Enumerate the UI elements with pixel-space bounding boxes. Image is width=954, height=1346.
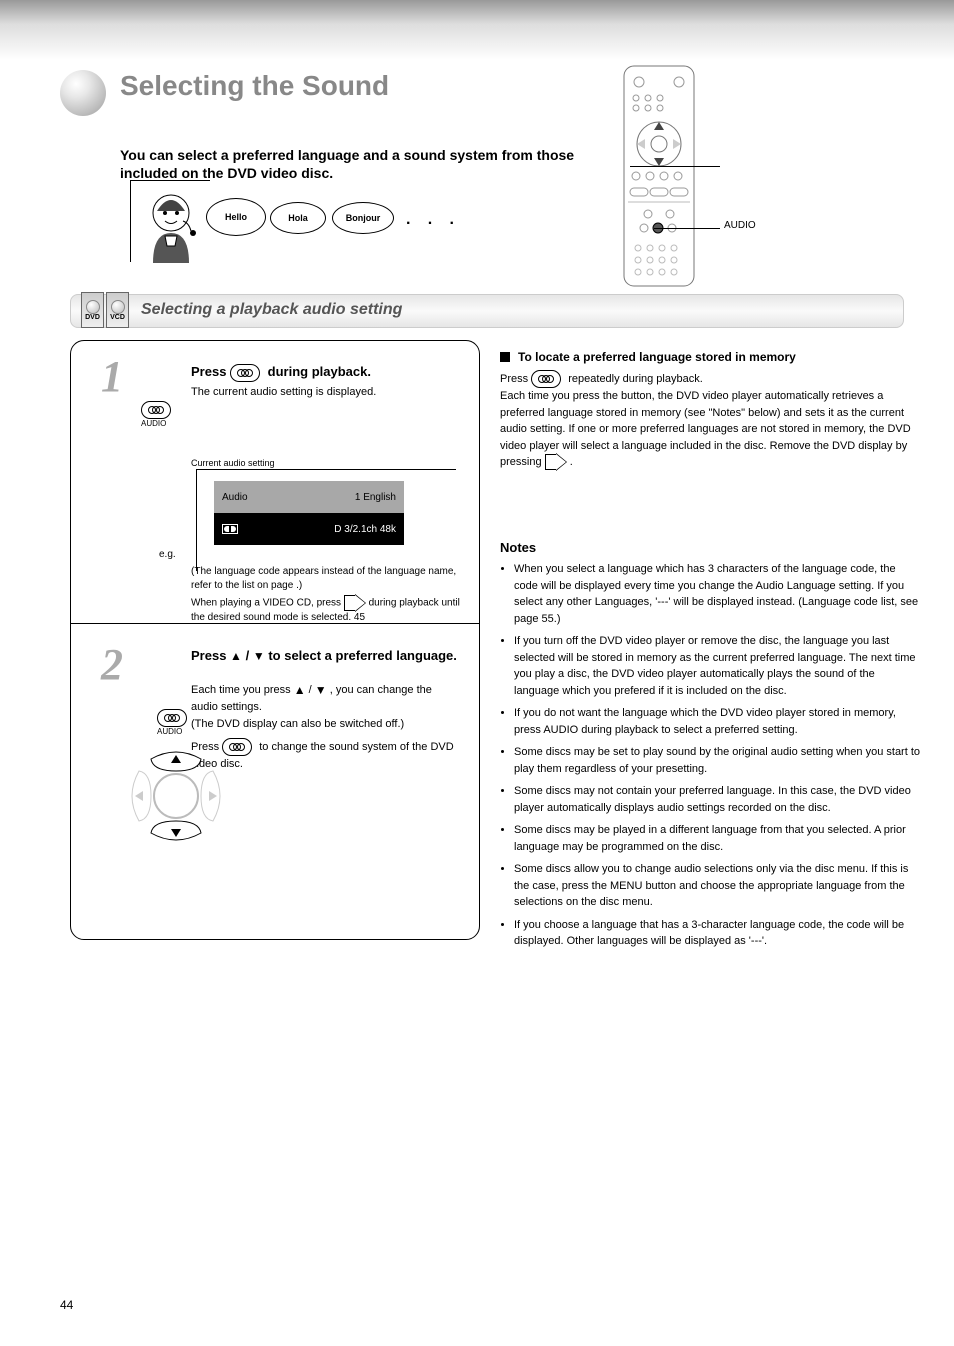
direction-pad xyxy=(121,741,231,851)
section-bullet-sphere xyxy=(60,70,106,116)
step-divider xyxy=(71,623,479,624)
page-number: 44 xyxy=(60,1298,73,1312)
dolby-icon xyxy=(222,524,238,534)
page-title: Selecting the Sound xyxy=(120,70,389,102)
title-row: Selecting the Sound xyxy=(120,70,389,106)
locate-body: Press repeatedly during playback. Each t… xyxy=(500,370,920,471)
osd-row2-left xyxy=(222,524,238,535)
step-number-1: 1 xyxy=(101,351,123,402)
osd-callout-hline xyxy=(196,469,456,470)
step2-desc2: (The DVD display can also be switched of… xyxy=(191,716,459,733)
vcd-note: When playing a VIDEO CD, press during pl… xyxy=(191,595,461,625)
step1-heading: Press during playback. xyxy=(191,363,461,382)
remote-callout-audio: AUDIO xyxy=(724,220,756,231)
audio-button-large: AUDIO xyxy=(141,401,211,428)
speech-bubble-3: Bonjour xyxy=(332,202,394,234)
osd-row-1: Audio 1 English xyxy=(214,481,404,513)
disc-icon xyxy=(111,300,125,314)
note-item: If you turn off the DVD video player or … xyxy=(514,633,920,699)
play-button-icon xyxy=(344,595,366,611)
audio-label: AUDIO xyxy=(141,419,211,428)
note-item: If you choose a language that has a 3-ch… xyxy=(514,917,920,950)
notes-section: Notes When you select a language which h… xyxy=(500,540,920,956)
osd-caption-2: (The language code appears instead of th… xyxy=(191,565,461,593)
note-item: Some discs may be set to play sound by t… xyxy=(514,744,920,777)
remote-diagram xyxy=(614,64,704,288)
osd-caption-line1: Current audio setting xyxy=(191,459,275,469)
osd-row2-right: D 3/2.1ch 48k xyxy=(334,524,396,535)
vcd-badge: VCD xyxy=(106,292,129,328)
step2-body: Each time you press ▲ / ▼ , you can chan… xyxy=(191,681,459,773)
note-item: When you select a language which has 3 c… xyxy=(514,561,920,627)
up-arrow-icon: ▲ xyxy=(294,681,306,699)
locate-heading: To locate a preferred language stored in… xyxy=(500,350,920,364)
up-arrow-icon: ▲ xyxy=(230,648,242,664)
play-button-icon xyxy=(545,454,567,470)
osd-caption: Current audio setting xyxy=(191,459,275,469)
osd-display: Audio 1 English D 3/2.1ch 48k xyxy=(214,481,404,545)
locate-language-block: To locate a preferred language stored in… xyxy=(500,350,920,471)
top-gradient xyxy=(0,0,954,60)
callout-line-2 xyxy=(654,228,720,229)
audio-label: AUDIO xyxy=(157,727,191,736)
audio-button-icon xyxy=(531,370,561,388)
bar-title: Selecting a playback audio setting xyxy=(141,301,402,319)
speech-bubble-2: Hola xyxy=(270,202,326,234)
example-label: e.g. xyxy=(159,549,176,560)
speech-bubble-1: Hello xyxy=(206,198,266,236)
audio-button-large-2: AUDIO xyxy=(157,709,191,736)
step1-desc: The current audio setting is displayed. xyxy=(191,385,461,400)
notes-title: Notes xyxy=(500,540,920,555)
osd-row1-left: Audio xyxy=(222,492,248,503)
notes-list: When you select a language which has 3 c… xyxy=(500,561,920,950)
intro-text: You can select a preferred language and … xyxy=(120,146,590,182)
callout-line-1 xyxy=(630,166,720,167)
note-item: If you do not want the language which th… xyxy=(514,705,920,738)
note-item: Some discs may not contain your preferre… xyxy=(514,783,920,816)
note-item: Some discs may be played in a different … xyxy=(514,822,920,855)
ellipsis-dots: · · · xyxy=(406,215,461,233)
format-bar: DVD VCD Selecting a playback audio setti… xyxy=(70,294,904,328)
osd-row-2: D 3/2.1ch 48k xyxy=(214,513,404,545)
steps-panel: 1 Press during playback. AUDIO The curre… xyxy=(70,340,480,940)
format-badges: DVD VCD xyxy=(81,292,129,328)
page-content: Selecting the Sound You can select a pre… xyxy=(60,70,924,1316)
note-item: Some discs allow you to change audio sel… xyxy=(514,861,920,911)
dvd-badge: DVD xyxy=(81,292,104,328)
disc-icon xyxy=(86,300,100,314)
portrait-illustration xyxy=(130,180,210,262)
osd-row1-right: 1 English xyxy=(355,492,396,503)
step2-heading: Press ▲ / ▼ to select a preferred langua… xyxy=(191,647,459,665)
audio-button-icon xyxy=(230,364,260,382)
down-arrow-icon: ▼ xyxy=(253,648,265,664)
page-ref-45: 45 xyxy=(354,612,365,623)
osd-callout-vline xyxy=(196,469,197,571)
step-number-2: 2 xyxy=(101,639,123,690)
down-arrow-icon: ▼ xyxy=(315,681,327,699)
